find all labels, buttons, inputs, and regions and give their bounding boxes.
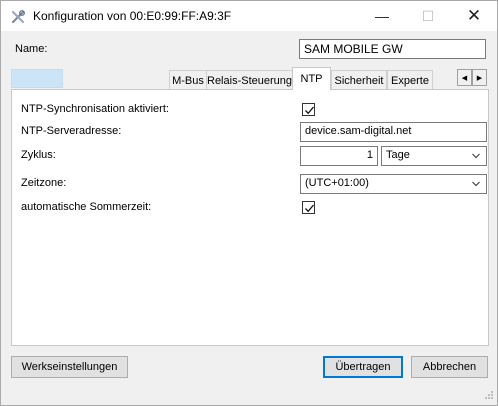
apply-button[interactable]: Übertragen	[323, 356, 403, 378]
timezone-label: Zeitzone:	[21, 177, 67, 189]
ntp-sync-label: NTP-Synchronisation aktiviert:	[21, 103, 169, 115]
cycle-value-input[interactable]: 1	[300, 146, 378, 166]
name-row: Name: SAM MOBILE GW	[1, 39, 497, 61]
maximize-button[interactable]: ☐	[405, 1, 451, 31]
cancel-button[interactable]: Abbrechen	[411, 356, 488, 378]
dst-row: automatische Sommerzeit:	[12, 198, 488, 218]
checkmark-icon	[305, 204, 314, 213]
name-input[interactable]: SAM MOBILE GW	[299, 39, 486, 59]
timezone-value: (UTC+01:00)	[305, 177, 369, 189]
tab-m-bus[interactable]: M-Bus	[169, 70, 207, 89]
cycle-unit-select[interactable]: Tage	[381, 146, 487, 166]
tab-ntp[interactable]: NTP	[292, 67, 331, 90]
tab-sicherheit[interactable]: Sicherheit	[331, 70, 387, 89]
ntp-server-label: NTP-Serveradresse:	[21, 125, 122, 137]
timezone-select[interactable]: (UTC+01:00)	[300, 174, 487, 194]
tab-experte[interactable]: Experte	[387, 70, 433, 89]
ntp-server-input[interactable]: device.sam-digital.net	[300, 122, 487, 142]
name-label: Name:	[15, 43, 48, 55]
ntp-panel: NTP-Synchronisation aktiviert: NTP-Serve…	[11, 89, 489, 346]
minimize-button[interactable]: —	[359, 1, 405, 31]
ntp-sync-checkbox[interactable]	[302, 103, 315, 116]
title-bar[interactable]: Konfiguration von 00:E0:99:FF:A9:3F — ☐ …	[1, 1, 497, 31]
tab-selected-unnamed[interactable]	[11, 69, 63, 88]
dst-checkbox[interactable]	[302, 201, 315, 214]
cycle-unit-value: Tage	[386, 149, 410, 161]
tab-scroll-buttons: ◀ ▶	[457, 69, 487, 87]
timezone-row: Zeitzone: (UTC+01:00)	[12, 174, 488, 194]
close-button[interactable]: ✕	[451, 1, 497, 31]
chevron-down-icon	[471, 151, 481, 164]
cycle-label: Zyklus:	[21, 149, 56, 161]
cycle-row: Zyklus: 1 Tage	[12, 146, 488, 166]
tools-icon	[10, 9, 26, 25]
status-bar	[1, 387, 497, 405]
config-dialog: Konfiguration von 00:E0:99:FF:A9:3F — ☐ …	[0, 0, 498, 406]
ntp-server-row: NTP-Serveradresse: device.sam-digital.ne…	[12, 122, 488, 142]
checkmark-icon	[305, 106, 314, 115]
factory-reset-button[interactable]: Werkseinstellungen	[11, 356, 128, 378]
tab-scroll-right-button[interactable]: ▶	[472, 69, 487, 86]
tab-scroll-left-button[interactable]: ◀	[457, 69, 472, 86]
ntp-sync-row: NTP-Synchronisation aktiviert:	[12, 100, 488, 120]
dst-label: automatische Sommerzeit:	[21, 201, 152, 213]
tab-relais-steuerung[interactable]: Relais-Steuerung	[206, 70, 293, 89]
tab-strip: M-Bus Relais-Steuerung NTP Sicherheit Ex…	[9, 67, 489, 90]
chevron-down-icon	[471, 179, 481, 192]
resize-grip-icon[interactable]	[484, 390, 494, 403]
window-title: Konfiguration von 00:E0:99:FF:A9:3F	[33, 9, 232, 23]
